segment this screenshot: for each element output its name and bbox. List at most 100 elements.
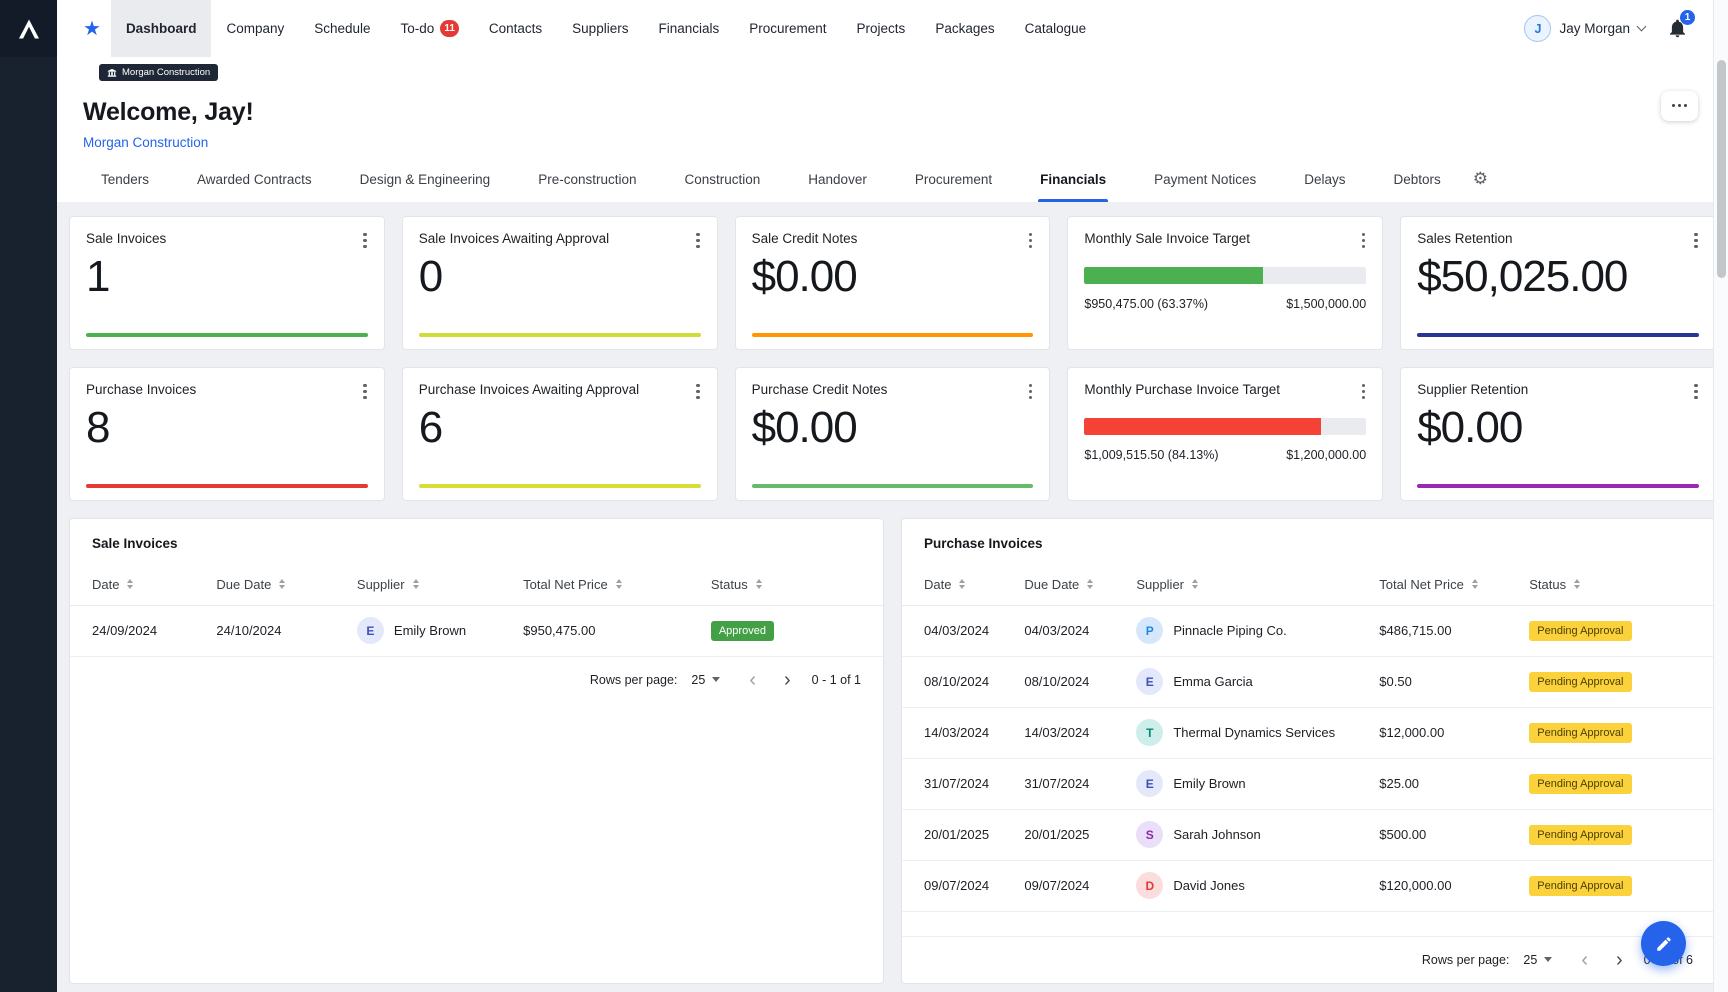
- card-menu-button[interactable]: [689, 380, 707, 404]
- cell-supplier: TThermal Dynamics Services: [1136, 719, 1379, 746]
- nav-item-procurement[interactable]: Procurement: [734, 0, 841, 57]
- page-next-button[interactable]: ›: [777, 670, 798, 690]
- rows-per-page-select[interactable]: 25: [691, 673, 720, 687]
- card-menu-button[interactable]: [356, 380, 374, 404]
- tab-financials[interactable]: Financials: [1038, 156, 1108, 202]
- breadcrumb[interactable]: Morgan Construction: [99, 64, 218, 81]
- user-menu[interactable]: J Jay Morgan: [1524, 15, 1645, 42]
- column-header-due-date[interactable]: Due Date: [1024, 577, 1136, 592]
- rows-per-page-select[interactable]: 25: [1523, 953, 1552, 967]
- column-header-supplier[interactable]: Supplier: [357, 577, 523, 592]
- column-header-date[interactable]: Date: [92, 577, 216, 592]
- cell-due-date: 24/10/2024: [216, 623, 357, 638]
- app-logo[interactable]: [0, 0, 57, 57]
- kebab-menu-icon: [1029, 233, 1033, 237]
- tab-delays[interactable]: Delays: [1302, 156, 1347, 202]
- nav-item-label: Suppliers: [572, 21, 628, 36]
- nav-item-label: To-do: [401, 21, 435, 36]
- card-menu-button[interactable]: [1687, 229, 1705, 253]
- tab-awarded-contracts[interactable]: Awarded Contracts: [195, 156, 314, 202]
- nav-item-packages[interactable]: Packages: [920, 0, 1009, 57]
- column-header-supplier[interactable]: Supplier: [1136, 577, 1379, 592]
- tab-tenders[interactable]: Tenders: [99, 156, 151, 202]
- rows-per-page-value: 25: [1523, 953, 1537, 967]
- nav-item-label: Contacts: [489, 21, 542, 36]
- card-menu-button[interactable]: [1022, 229, 1040, 253]
- nav-item-suppliers[interactable]: Suppliers: [557, 0, 643, 57]
- caret-down-icon: [712, 677, 720, 682]
- cell-status: Approved: [711, 621, 861, 641]
- nav-item-projects[interactable]: Projects: [842, 0, 921, 57]
- column-header-due-date[interactable]: Due Date: [216, 577, 357, 592]
- target-progress-current: $1,009,515.50 (84.13%): [1084, 448, 1218, 462]
- table-row[interactable]: 24/09/202424/10/2024EEmily Brown$950,475…: [70, 606, 883, 657]
- kebab-menu-icon: [1362, 233, 1366, 237]
- stat-card-value: $0.00: [752, 252, 1034, 302]
- column-label: Supplier: [357, 577, 405, 592]
- tab-handover[interactable]: Handover: [806, 156, 869, 202]
- sort-icon: [1087, 579, 1093, 590]
- page-prev-button[interactable]: ‹: [742, 670, 763, 690]
- favorites-star-icon[interactable]: ★: [83, 16, 101, 41]
- card-menu-button[interactable]: [356, 229, 374, 253]
- nav-item-schedule[interactable]: Schedule: [299, 0, 385, 57]
- page-prev-button[interactable]: ‹: [1574, 950, 1595, 970]
- nav-item-dashboard[interactable]: Dashboard: [111, 0, 212, 57]
- cell-status: Pending Approval: [1529, 825, 1693, 845]
- table-row[interactable]: 20/01/202520/01/2025SSarah Johnson$500.0…: [902, 810, 1715, 861]
- supplier-name: David Jones: [1173, 878, 1245, 893]
- stat-card-title: Monthly Purchase Invoice Target: [1084, 382, 1366, 397]
- card-menu-button[interactable]: [1022, 380, 1040, 404]
- table-row[interactable]: 14/03/202414/03/2024TThermal Dynamics Se…: [902, 708, 1715, 759]
- tabs-settings-gear-icon[interactable]: ⚙: [1473, 170, 1488, 187]
- table-header-row: DateDue DateSupplierTotal Net Price Statu…: [902, 564, 1715, 606]
- sort-icon: [1472, 579, 1478, 590]
- nav-item-label: Schedule: [314, 21, 370, 36]
- card-menu-button[interactable]: [689, 229, 707, 253]
- tab-payment-notices[interactable]: Payment Notices: [1152, 156, 1258, 202]
- stat-card-value: 0: [419, 252, 701, 302]
- stat-cards-row-sales: Sale Invoices1Sale Invoices Awaiting App…: [69, 216, 1716, 350]
- target-progress-labels: $950,475.00 (63.37%)$1,500,000.00: [1084, 297, 1366, 311]
- company-link[interactable]: Morgan Construction: [83, 135, 208, 150]
- tab-construction[interactable]: Construction: [682, 156, 762, 202]
- tab-pre-construction[interactable]: Pre-construction: [536, 156, 638, 202]
- stat-card-value: $50,025.00: [1417, 252, 1699, 302]
- cell-total-net-price: $486,715.00: [1379, 623, 1529, 638]
- column-header-status[interactable]: Status: [1529, 577, 1693, 592]
- column-header-total-net-price[interactable]: Total Net Price: [1379, 577, 1529, 592]
- edit-fab-button[interactable]: [1641, 921, 1686, 966]
- kebab-menu-icon: [363, 384, 367, 388]
- column-label: Total Net Price: [1379, 577, 1464, 592]
- nav-item-catalogue[interactable]: Catalogue: [1010, 0, 1102, 57]
- nav-item-financials[interactable]: Financials: [643, 0, 734, 57]
- page-next-button[interactable]: ›: [1609, 950, 1630, 970]
- column-header-date[interactable]: Date: [924, 577, 1024, 592]
- card-menu-button[interactable]: [1355, 380, 1373, 404]
- nav-item-to-do[interactable]: To-do11: [386, 0, 474, 57]
- tab-debtors[interactable]: Debtors: [1391, 156, 1442, 202]
- tab-procurement[interactable]: Procurement: [913, 156, 994, 202]
- nav-item-label: Catalogue: [1025, 21, 1087, 36]
- table-row[interactable]: 31/07/202431/07/2024EEmily Brown$25.00Pe…: [902, 759, 1715, 810]
- column-header-total-net-price[interactable]: Total Net Price: [523, 577, 711, 592]
- card-menu-button[interactable]: [1355, 229, 1373, 253]
- page: Morgan Construction Welcome, Jay! Morgan…: [57, 0, 1728, 984]
- target-progress-fill: [1084, 267, 1263, 284]
- stat-card-value: $0.00: [752, 403, 1034, 453]
- scrollbar-thumb[interactable]: [1717, 60, 1726, 278]
- column-header-status[interactable]: Status: [711, 577, 861, 592]
- nav-item-company[interactable]: Company: [211, 0, 299, 57]
- notifications-button[interactable]: 1: [1667, 18, 1688, 39]
- table-row[interactable]: 08/10/202408/10/2024EEmma Garcia$0.50Pen…: [902, 657, 1715, 708]
- nav-item-contacts[interactable]: Contacts: [474, 0, 557, 57]
- card-menu-button[interactable]: [1687, 380, 1705, 404]
- cell-total-net-price: $120,000.00: [1379, 878, 1529, 893]
- table-row[interactable]: 09/07/202409/07/2024DDavid Jones$120,000…: [902, 861, 1715, 912]
- ellipsis-icon: [1678, 104, 1682, 108]
- tab-design-engineering[interactable]: Design & Engineering: [358, 156, 493, 202]
- more-options-button[interactable]: [1661, 91, 1698, 121]
- caret-down-icon: [1544, 957, 1552, 962]
- table-row[interactable]: 04/03/202404/03/2024PPinnacle Piping Co.…: [902, 606, 1715, 657]
- rows-per-page-value: 25: [691, 673, 705, 687]
